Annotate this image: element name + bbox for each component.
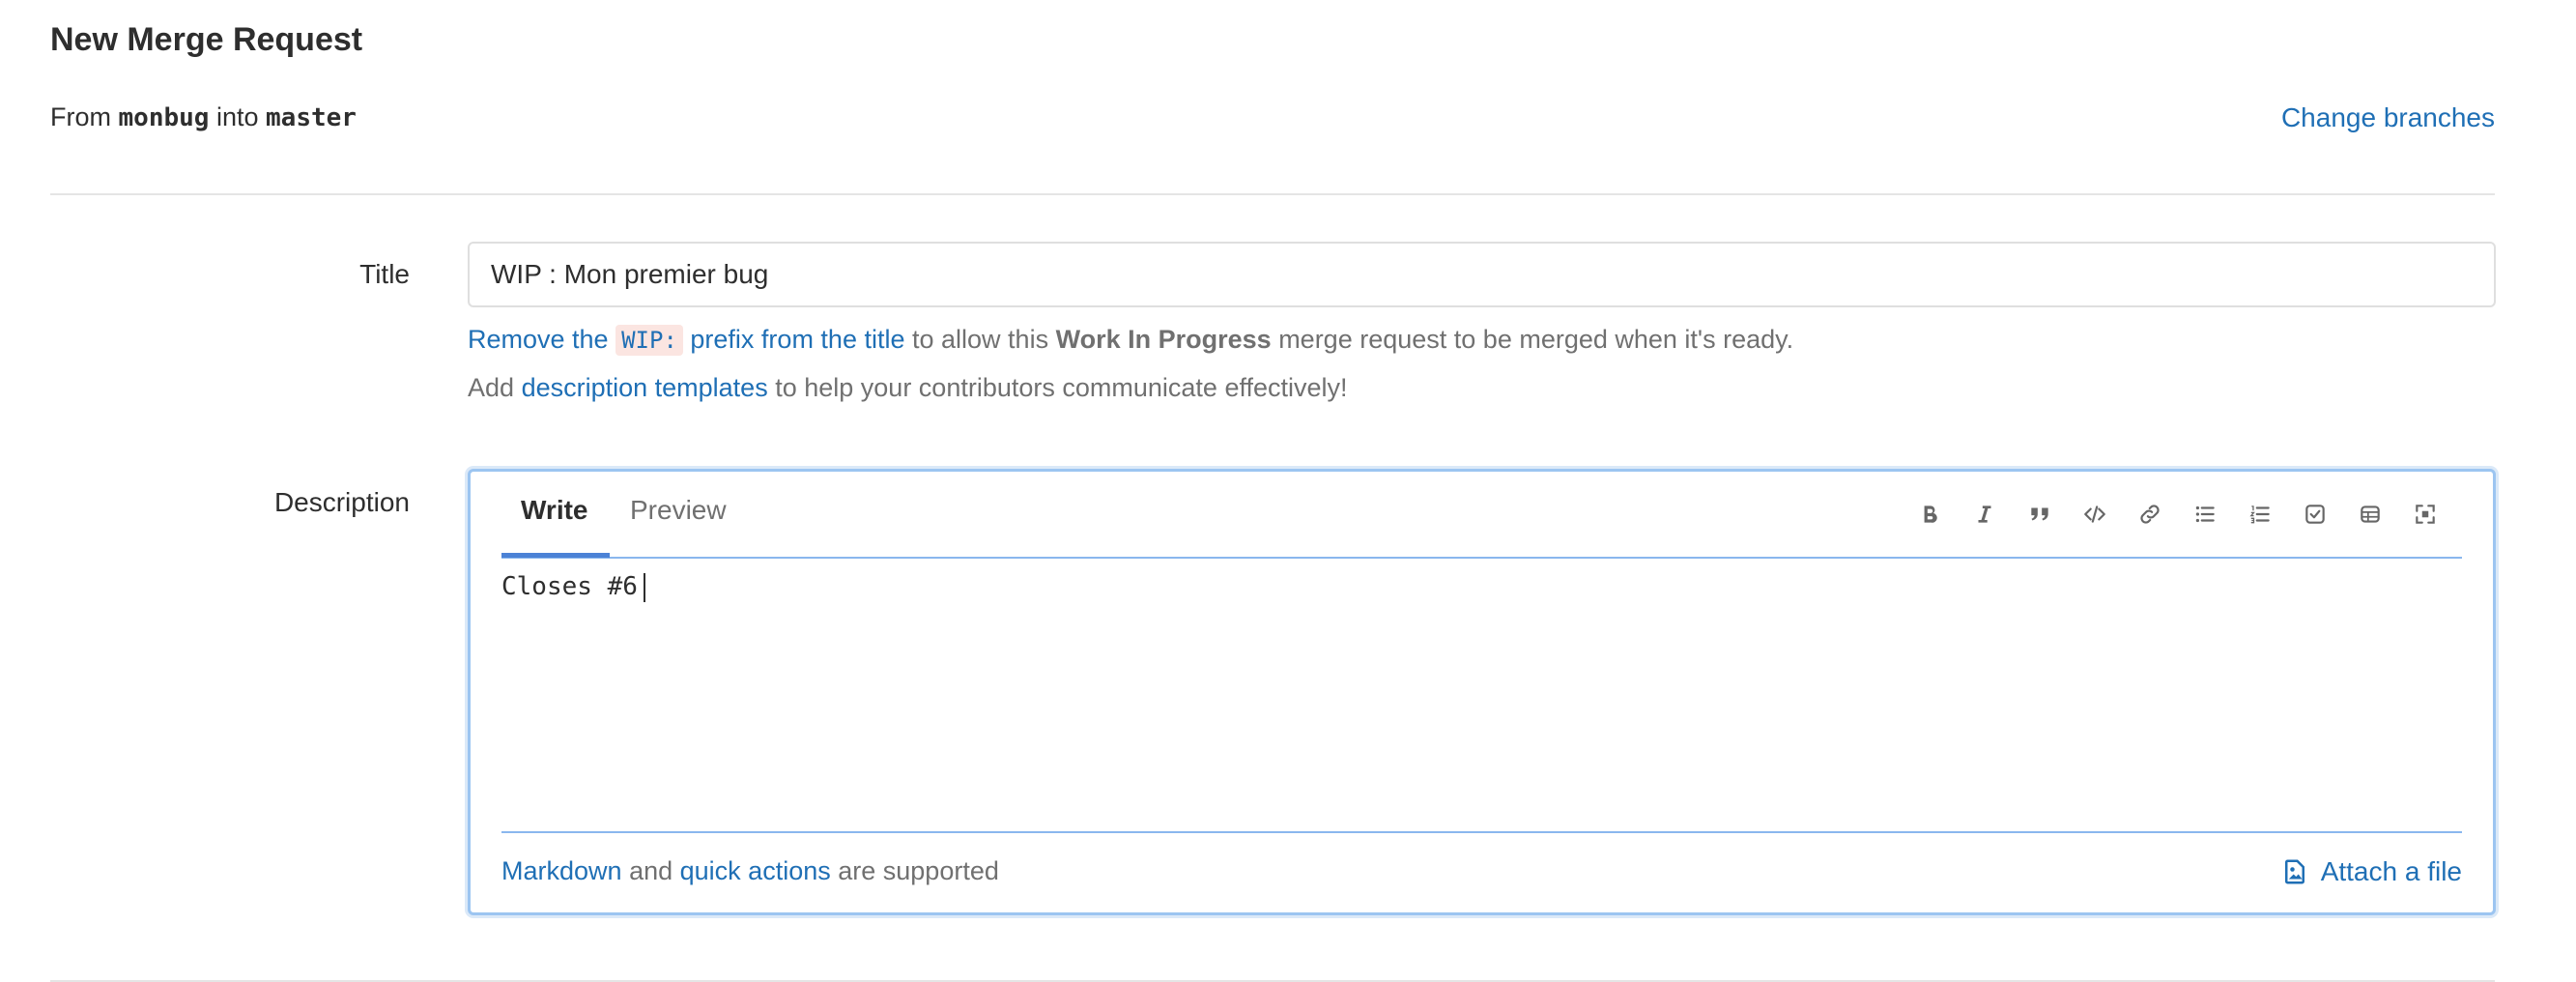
description-templates-link[interactable]: description templates — [522, 373, 768, 402]
target-branch: master — [266, 103, 357, 132]
active-tab-indicator — [501, 553, 610, 558]
markdown-hint: Markdown and quick actions are supported — [501, 856, 999, 885]
table-icon[interactable] — [2353, 497, 2388, 532]
fullscreen-icon[interactable] — [2408, 497, 2443, 532]
attach-file-label: Attach a file — [2320, 856, 2462, 886]
header-divider — [50, 193, 2495, 195]
tab-write[interactable]: Write — [521, 495, 588, 526]
branch-info: From monbug into master — [50, 102, 357, 132]
text-cursor — [643, 572, 645, 602]
from-word: From — [50, 102, 111, 131]
description-label: Description — [273, 487, 410, 517]
bold-icon[interactable] — [1912, 497, 1947, 532]
description-textarea[interactable]: Closes #6 — [501, 572, 2462, 823]
source-branch: monbug — [118, 103, 210, 132]
markdown-link[interactable]: Markdown — [501, 856, 622, 885]
description-editor: Write Preview Closes #6 Markdown and qui… — [468, 469, 2496, 915]
editor-tabs: Write Preview — [501, 472, 2462, 559]
link-icon[interactable] — [2132, 497, 2167, 532]
image-file-icon — [2284, 859, 2304, 884]
template-hint: Add description templates to help your c… — [468, 373, 1348, 402]
remove-wip-link[interactable]: Remove the WIP: prefix from the title — [468, 325, 904, 356]
title-label: Title — [359, 259, 410, 289]
merge-request-page: New Merge Request From monbug into maste… — [0, 0, 2576, 982]
wip-hint: Remove the WIP: prefix from the title to… — [468, 325, 1794, 356]
numbered-list-icon[interactable] — [2243, 497, 2277, 532]
italic-icon[interactable] — [1967, 497, 2002, 532]
wip-code: WIP: — [615, 325, 683, 356]
bullet-list-icon[interactable] — [2188, 497, 2222, 532]
task-list-icon[interactable] — [2298, 497, 2333, 532]
attach-file-button[interactable]: Attach a file — [2280, 856, 2462, 887]
quote-icon[interactable] — [2022, 497, 2057, 532]
change-branches-link[interactable]: Change branches — [2281, 102, 2495, 133]
description-text: Closes #6 — [501, 572, 638, 601]
into-word: into — [215, 102, 259, 131]
work-in-progress-text: Work In Progress — [1055, 325, 1272, 354]
editor-footer: Markdown and quick actions are supported… — [501, 831, 2462, 912]
title-input[interactable] — [468, 242, 2496, 307]
code-icon[interactable] — [2077, 497, 2112, 532]
page-title: New Merge Request — [50, 21, 363, 58]
quick-actions-link[interactable]: quick actions — [680, 856, 831, 885]
tab-preview[interactable]: Preview — [630, 495, 727, 526]
